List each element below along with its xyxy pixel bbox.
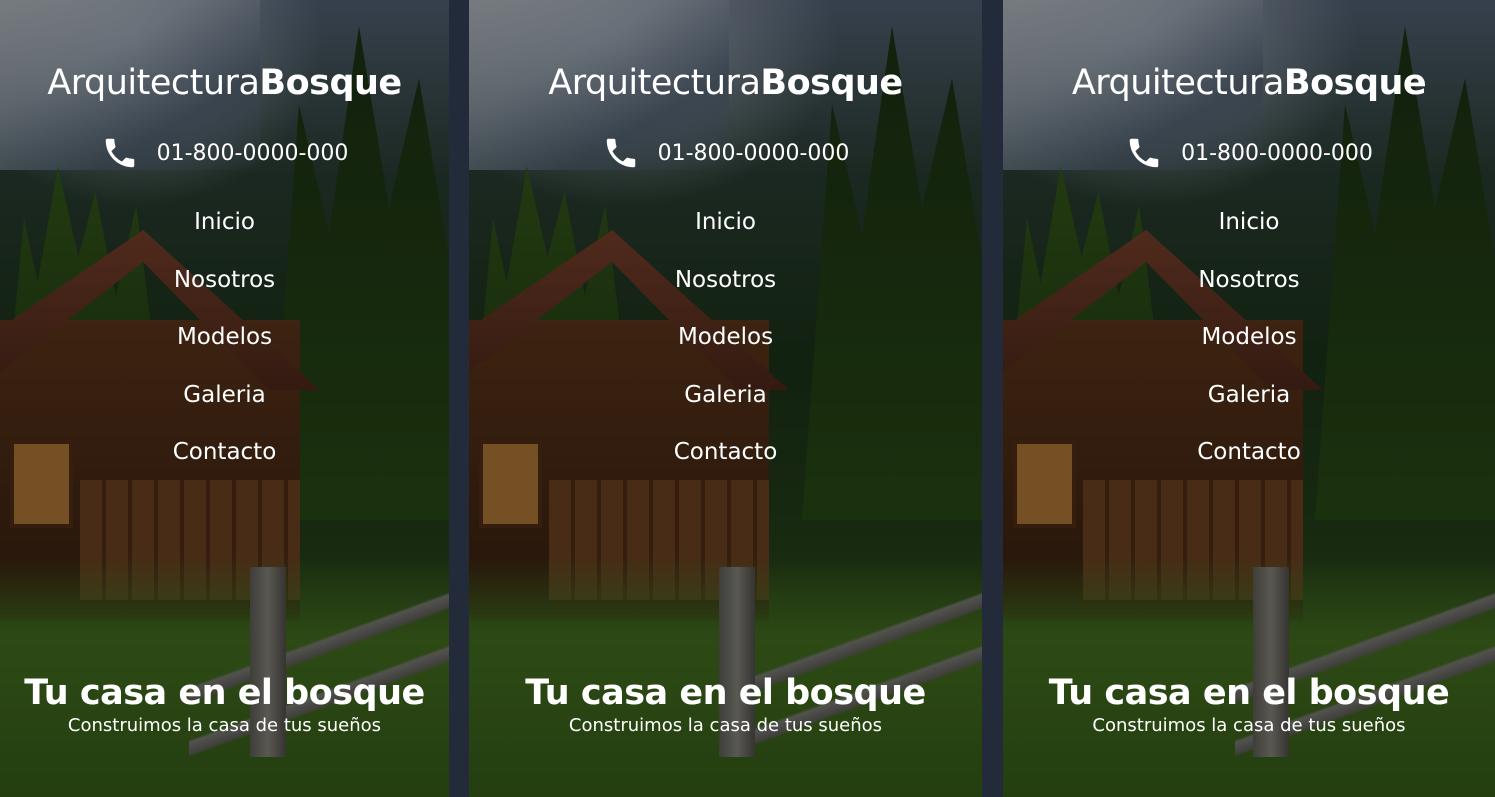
nav-link-inicio[interactable]: Inicio — [194, 209, 255, 235]
phone-icon — [602, 134, 640, 172]
hero-title: Tu casa en el bosque — [1048, 673, 1450, 713]
logo-bold-text: Bosque — [1283, 63, 1427, 103]
phone-number: 01-800-0000-000 — [1181, 140, 1373, 166]
logo-bold-text: Bosque — [259, 63, 402, 103]
mobile-view-panel-1: ArquitecturaBosque 01-800-0000-000 Inici… — [0, 0, 449, 797]
nav-link-galeria[interactable]: Galeria — [1208, 382, 1290, 408]
logo-light-text: Arquitectura — [548, 63, 761, 103]
nav-link-modelos[interactable]: Modelos — [678, 324, 773, 350]
main-navigation: Inicio Nosotros Modelos Galeria Contacto — [0, 203, 449, 491]
nav-link-contacto[interactable]: Contacto — [1197, 439, 1301, 465]
hero-subtitle: Construimos la casa de tus sueños — [568, 715, 883, 736]
nav-link-nosotros[interactable]: Nosotros — [675, 267, 776, 293]
nav-link-modelos[interactable]: Modelos — [1201, 324, 1296, 350]
nav-link-galeria[interactable]: Galeria — [684, 382, 766, 408]
nav-link-galeria[interactable]: Galeria — [183, 382, 265, 408]
nav-link-contacto[interactable]: Contacto — [173, 439, 277, 465]
nav-link-nosotros[interactable]: Nosotros — [174, 267, 275, 293]
phone-number: 01-800-0000-000 — [156, 140, 349, 166]
logo-light-text: Arquitectura — [47, 63, 260, 103]
hero-title: Tu casa en el bosque — [525, 673, 926, 713]
mobile-view-panel-3: ArquitecturaBosque 01-800-0000-000 Inici… — [1003, 0, 1495, 797]
nav-link-modelos[interactable]: Modelos — [177, 324, 272, 350]
phone-contact[interactable]: 01-800-0000-000 — [1003, 134, 1495, 172]
main-navigation: Inicio Nosotros Modelos Galeria Contacto — [1003, 203, 1495, 491]
mobile-view-panel-2: ArquitecturaBosque 01-800-0000-000 Inici… — [469, 0, 982, 797]
site-logo[interactable]: ArquitecturaBosque — [1003, 62, 1495, 104]
phone-number: 01-800-0000-000 — [657, 140, 850, 166]
nav-link-inicio[interactable]: Inicio — [1219, 209, 1280, 235]
site-logo[interactable]: ArquitecturaBosque — [469, 62, 982, 104]
logo-bold-text: Bosque — [760, 63, 903, 103]
phone-icon — [101, 134, 139, 172]
hero-title: Tu casa en el bosque — [24, 673, 425, 713]
site-logo[interactable]: ArquitecturaBosque — [0, 62, 449, 104]
nav-link-contacto[interactable]: Contacto — [674, 439, 778, 465]
logo-light-text: Arquitectura — [1071, 63, 1285, 103]
nav-link-nosotros[interactable]: Nosotros — [1198, 267, 1299, 293]
phone-contact[interactable]: 01-800-0000-000 — [0, 134, 449, 172]
hero-subtitle: Construimos la casa de tus sueños — [67, 715, 382, 736]
main-navigation: Inicio Nosotros Modelos Galeria Contacto — [469, 203, 982, 491]
phone-contact[interactable]: 01-800-0000-000 — [469, 134, 982, 172]
phone-icon — [1125, 134, 1163, 172]
nav-link-inicio[interactable]: Inicio — [695, 209, 756, 235]
hero-subtitle: Construimos la casa de tus sueños — [1092, 715, 1406, 736]
